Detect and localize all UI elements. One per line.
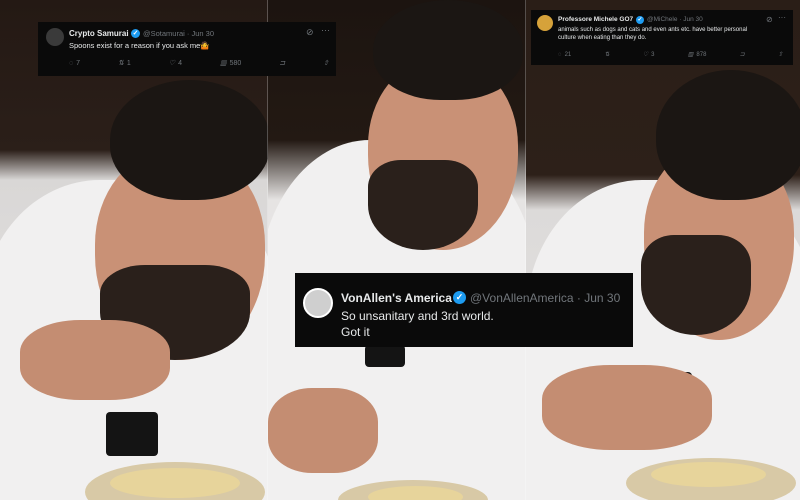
grok-icon[interactable]: ⊘ bbox=[766, 15, 773, 24]
author-name[interactable]: Professore Michele GO7 bbox=[558, 16, 633, 23]
photo-panel-right bbox=[526, 0, 800, 500]
views-icon: ▥ bbox=[687, 52, 694, 58]
retweet-icon: ⇅ bbox=[118, 60, 124, 67]
author-avatar[interactable] bbox=[537, 15, 553, 31]
view-count: 580 bbox=[229, 59, 242, 67]
handle-text: @MiChele bbox=[647, 16, 678, 23]
reply-count: 21 bbox=[564, 51, 572, 58]
verified-badge-icon: ✓ bbox=[131, 29, 140, 38]
handle-text: @VonAllenAmerica bbox=[470, 291, 574, 305]
author-handle[interactable]: @MiChele · Jun 30 bbox=[647, 16, 703, 23]
hair bbox=[110, 80, 268, 200]
reply-button[interactable]: ◌ 7 bbox=[69, 60, 80, 67]
verified-badge-icon: ✓ bbox=[453, 291, 466, 304]
retweet-button[interactable]: ⇅ 1 bbox=[118, 59, 131, 68]
tweet-card-vonallens-america[interactable]: VonAllen's America ✓ @VonAllenAmerica · … bbox=[295, 273, 633, 347]
author-name[interactable]: Crypto Samurai bbox=[69, 29, 129, 38]
reply-icon: ◌ bbox=[69, 59, 74, 67]
reply-icon: ◌ bbox=[558, 51, 562, 58]
author-avatar[interactable] bbox=[46, 28, 64, 46]
tweet-text: Spoons exist for a reason if you ask me🤷 bbox=[69, 41, 210, 50]
tweet-text: animals such as dogs and cats and even a… bbox=[558, 26, 747, 42]
share-button[interactable]: ⇧ bbox=[778, 51, 783, 58]
tweet-card-professore-michele[interactable]: Professore Michele GO7 ✓ @MiChele · Jun … bbox=[531, 10, 793, 65]
tweet-text-line: animals such as dogs and cats and even a… bbox=[558, 27, 748, 33]
like-button[interactable]: ♡ 3 bbox=[642, 51, 655, 59]
share-icon: ⇧ bbox=[777, 52, 783, 58]
author-handle[interactable]: @VonAllenAmerica · Jun 30 bbox=[470, 291, 620, 305]
heart-icon: ♡ bbox=[168, 60, 176, 67]
author-name[interactable]: VonAllen's America bbox=[341, 291, 452, 305]
tweet-text-line: So unsanitary and 3rd world. bbox=[341, 309, 494, 323]
tweet-text-line: culture when eating than they do. bbox=[558, 35, 647, 41]
views-button[interactable]: ▥ 580 bbox=[219, 59, 242, 68]
hand bbox=[542, 365, 712, 450]
beard bbox=[641, 235, 751, 335]
bookmark-icon: ⊐ bbox=[739, 52, 745, 58]
beard bbox=[368, 160, 478, 250]
retweet-count: 1 bbox=[126, 59, 131, 67]
more-options-icon[interactable]: ··· bbox=[778, 13, 786, 22]
lapel-mic bbox=[106, 412, 158, 456]
handle-text: @Sotamurai bbox=[143, 29, 185, 38]
tweet-date: Jun 30 bbox=[191, 29, 214, 38]
verified-badge-icon: ✓ bbox=[636, 16, 644, 24]
hair bbox=[656, 70, 800, 200]
author-avatar[interactable] bbox=[303, 288, 333, 318]
hand bbox=[20, 320, 170, 400]
like-count: 4 bbox=[178, 59, 182, 67]
reply-button[interactable]: ◌ 21 bbox=[558, 52, 571, 58]
tweet-actions: ◌ 7 ⇅ 1 ♡ 4 ▥ 580 ⊐ ⇧ bbox=[69, 59, 329, 68]
tweet-date: Jun 30 bbox=[683, 16, 703, 23]
heart-icon: ♡ bbox=[642, 52, 649, 58]
views-button[interactable]: ▥ 878 bbox=[687, 51, 707, 59]
tweet-card-crypto-samurai[interactable]: Crypto Samurai ✓ @Sotamurai · Jun 30 ⊘ ·… bbox=[38, 22, 336, 76]
author-handle[interactable]: @Sotamurai · Jun 30 bbox=[143, 29, 214, 38]
more-options-icon[interactable]: ··· bbox=[321, 25, 330, 35]
like-count: 3 bbox=[651, 51, 655, 58]
tweet-date: Jun 30 bbox=[584, 291, 621, 305]
rice bbox=[110, 468, 240, 498]
tweet-text-line: Got it bbox=[341, 325, 370, 339]
hair bbox=[373, 0, 523, 100]
reply-count: 7 bbox=[76, 59, 81, 67]
retweet-icon: ⇅ bbox=[604, 52, 610, 58]
share-icon: ⇧ bbox=[323, 60, 329, 67]
bookmark-button[interactable]: ⊐ bbox=[279, 59, 285, 67]
tweet-actions: ◌ 21 ⇅ ♡ 3 ▥ 878 ⊐ ⇧ bbox=[558, 51, 783, 59]
views-icon: ▥ bbox=[219, 60, 227, 67]
bookmark-icon: ⊐ bbox=[279, 60, 286, 67]
grok-icon[interactable]: ⊘ bbox=[306, 27, 314, 38]
like-button[interactable]: ♡ 4 bbox=[168, 59, 182, 68]
bookmark-button[interactable]: ⊐ bbox=[740, 51, 745, 58]
lapel-mic bbox=[365, 345, 405, 367]
share-button[interactable]: ⇧ bbox=[323, 59, 329, 67]
rice bbox=[651, 462, 766, 487]
hand bbox=[268, 388, 378, 473]
view-count: 878 bbox=[696, 51, 707, 58]
tweet-text: So unsanitary and 3rd world. Got it bbox=[341, 308, 494, 340]
retweet-button[interactable]: ⇅ bbox=[605, 51, 610, 58]
